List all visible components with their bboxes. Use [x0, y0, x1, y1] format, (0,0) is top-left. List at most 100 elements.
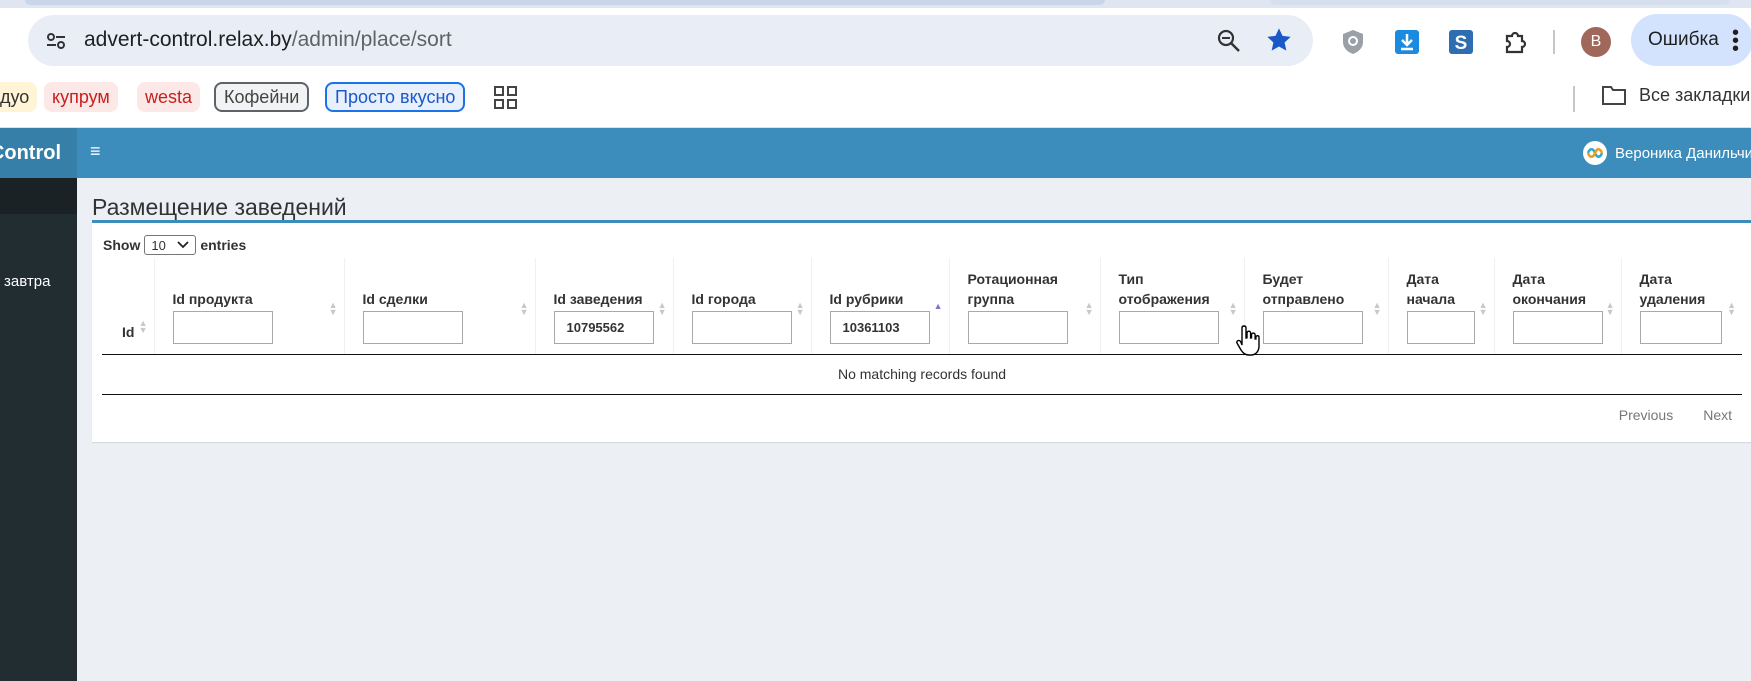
- sort-icon: ▲ ▼: [138, 317, 148, 335]
- error-label: Ошибка: [1648, 29, 1719, 50]
- all-bookmarks-folder[interactable]: Все закладки: [1601, 84, 1750, 106]
- entries-select[interactable]: 10: [144, 235, 197, 255]
- table-row: No matching records found: [102, 354, 1742, 395]
- brand-logo[interactable]: Control: [0, 128, 77, 178]
- user-menu[interactable]: Вероника Данильчик: [1583, 141, 1751, 165]
- column-header-start-date[interactable]: Дата начала ▲ ▼: [1387, 258, 1494, 355]
- column-header-product-id[interactable]: Id продукта ▲ ▼: [153, 258, 344, 355]
- bookmark-item[interactable]: купрум: [44, 82, 118, 112]
- column-label: Дата удаления: [1639, 270, 1706, 307]
- shield-extension-icon[interactable]: [1339, 28, 1367, 56]
- column-header-city-id[interactable]: Id города ▲ ▼: [672, 258, 811, 355]
- page-length-control: Show 10 entries: [103, 235, 246, 255]
- tab-strip: [0, 0, 1751, 8]
- filter-input[interactable]: [362, 310, 463, 344]
- sort-icon: ▲ ▼: [1228, 299, 1238, 317]
- filter-input[interactable]: [1118, 310, 1219, 344]
- filter-input[interactable]: [1512, 310, 1603, 344]
- chevron-down-icon: [177, 241, 189, 249]
- bookmark-star-icon[interactable]: [1265, 26, 1293, 59]
- sort-ascending-icon: ▲: [933, 300, 943, 311]
- sort-icon: ▲ ▼: [1084, 299, 1094, 317]
- sort-icon: ▲ ▼: [1478, 299, 1488, 317]
- bookmarks-bar: дуо купрум westa Кофейни Просто вкусно В…: [0, 74, 1751, 128]
- column-label: Будет отправлено: [1262, 270, 1345, 307]
- sidebar-active-item[interactable]: [0, 178, 77, 214]
- address-bar[interactable]: advert-control.relax.by/admin/place/sort: [28, 15, 1313, 66]
- sort-icon: ▲ ▼: [1605, 299, 1615, 317]
- sort-icon: ▲ ▼: [519, 299, 529, 317]
- bookmark-item[interactable]: дуо: [0, 82, 38, 112]
- filter-input[interactable]: 10361103: [829, 310, 930, 344]
- url-text[interactable]: advert-control.relax.by/admin/place/sort: [84, 28, 452, 52]
- inactive-tab-edge[interactable]: [1270, 0, 1730, 5]
- filter-input[interactable]: [172, 310, 273, 344]
- column-header-end-date[interactable]: Дата окончания ▲ ▼: [1493, 258, 1621, 355]
- column-header-delete-date[interactable]: Дата удаления ▲ ▼: [1620, 258, 1742, 355]
- sort-icon: ▲ ▼: [795, 299, 805, 317]
- column-header-rotation-group[interactable]: Ротационная группа ▲ ▼: [948, 258, 1100, 355]
- bookmark-item[interactable]: westa: [137, 82, 201, 112]
- hand-cursor-icon: [1236, 324, 1260, 363]
- empty-message: No matching records found: [102, 354, 1742, 395]
- column-header-will-be-sent[interactable]: Будет отправлено ▲ ▼: [1243, 258, 1388, 355]
- column-header-deal-id[interactable]: Id сделки ▲ ▼: [343, 258, 535, 355]
- zoom-icon[interactable]: [1216, 28, 1242, 59]
- column-header-rubric-id[interactable]: Id рубрики 10361103 ▲: [810, 258, 949, 355]
- filter-input[interactable]: [1639, 310, 1722, 344]
- filter-input[interactable]: [1406, 310, 1475, 344]
- error-button[interactable]: Ошибка • • •: [1631, 14, 1751, 66]
- pagination: Previous Next: [1619, 407, 1732, 423]
- s-extension-icon[interactable]: S: [1447, 28, 1475, 56]
- user-avatar-icon: [1583, 141, 1607, 165]
- column-label: Id: [122, 323, 135, 340]
- previous-button[interactable]: Previous: [1619, 407, 1673, 423]
- column-label: Ротационная группа: [967, 270, 1058, 307]
- column-header-display-type[interactable]: Тип отображения ▲ ▼: [1099, 258, 1244, 355]
- show-label: Show: [103, 237, 141, 253]
- bookmarks-separator: [1573, 86, 1575, 112]
- all-bookmarks-label: Все закладки: [1639, 84, 1751, 105]
- filter-input[interactable]: [691, 310, 792, 344]
- column-header-id[interactable]: Id ▲ ▼: [102, 258, 154, 355]
- sidebar: завтра: [0, 178, 77, 681]
- active-tab-edge[interactable]: [25, 0, 1105, 5]
- filter-input[interactable]: 10795562: [553, 310, 654, 344]
- profile-avatar[interactable]: В: [1581, 27, 1611, 57]
- filter-input[interactable]: [1262, 310, 1363, 344]
- user-name: Вероника Данильчик: [1615, 144, 1751, 162]
- sidebar-toggle-icon[interactable]: ≡: [90, 141, 101, 162]
- sort-icon: ▲ ▼: [1372, 299, 1382, 317]
- entries-label: entries: [200, 237, 247, 253]
- column-label: Id продукта: [172, 290, 253, 307]
- bookmark-item[interactable]: Просто вкусно: [325, 82, 466, 112]
- filter-input[interactable]: [967, 310, 1068, 344]
- download-extension-icon[interactable]: [1393, 28, 1421, 56]
- more-menu-icon[interactable]: • • •: [1732, 23, 1739, 59]
- site-settings-icon[interactable]: [42, 27, 70, 55]
- column-label: Id рубрики: [829, 290, 904, 307]
- column-label: Id сделки: [362, 290, 428, 307]
- toolbar-separator: [1553, 30, 1555, 54]
- sort-icon: ▲ ▼: [1727, 299, 1736, 317]
- column-label: Тип отображения: [1118, 270, 1210, 307]
- page-title: Размещение заведений: [92, 194, 347, 220]
- column-header-place-id[interactable]: Id заведения 10795562 ▲ ▼: [534, 258, 673, 355]
- apps-grid-icon[interactable]: [494, 86, 518, 115]
- sort-icon: ▲ ▼: [657, 299, 667, 317]
- folder-icon: [1602, 86, 1626, 105]
- column-label: Дата окончания: [1512, 270, 1587, 307]
- bookmark-item[interactable]: Кофейни: [214, 82, 310, 112]
- entries-select-value: 10: [151, 237, 166, 253]
- table-box: Show 10 entries Id ▲ ▼ Id продукта ▲ ▼ I…: [92, 220, 1751, 442]
- app-header: Control ≡ Вероника Данильчик: [0, 128, 1751, 178]
- column-label: Id города: [691, 290, 756, 307]
- data-table: Id ▲ ▼ Id продукта ▲ ▼ Id сделки ▲ ▼ Id …: [102, 258, 1742, 395]
- puzzle-extensions-icon[interactable]: [1501, 28, 1529, 56]
- next-button[interactable]: Next: [1703, 407, 1732, 423]
- sort-icon: ▲ ▼: [328, 299, 338, 317]
- sidebar-item[interactable]: завтра: [4, 273, 50, 290]
- column-label: Дата начала: [1406, 270, 1456, 307]
- column-label: Id заведения: [553, 290, 643, 307]
- content-area: Размещение заведений Show 10 entries Id …: [77, 178, 1751, 681]
